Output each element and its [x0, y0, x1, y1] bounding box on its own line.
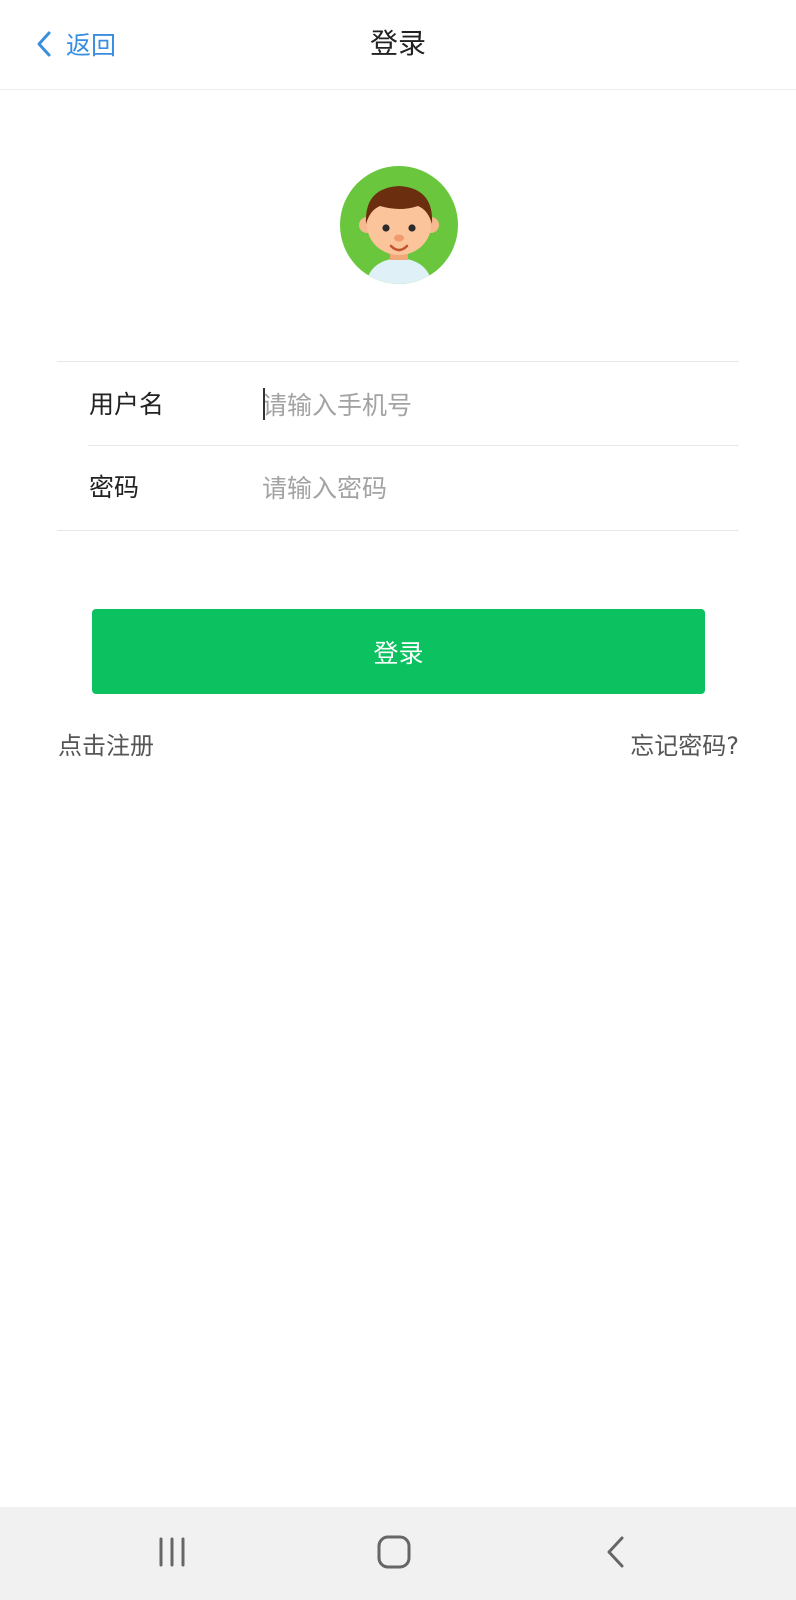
form-divider-middle: [88, 445, 739, 446]
forgot-password-link[interactable]: 忘记密码?: [630, 726, 739, 766]
page-title: 登录: [369, 27, 426, 60]
username-input[interactable]: [262, 383, 732, 427]
back-icon: [602, 1533, 630, 1575]
username-label: 用户名: [89, 390, 165, 419]
password-input[interactable]: [262, 466, 732, 510]
register-link[interactable]: 点击注册: [58, 726, 154, 766]
boy-avatar-icon: [340, 166, 458, 284]
login-button[interactable]: 登录: [92, 609, 705, 694]
form-divider-top: [57, 361, 739, 362]
home-button[interactable]: [364, 1527, 424, 1581]
form-divider-bottom: [57, 530, 739, 531]
system-nav-bar: [0, 1507, 796, 1600]
password-label: 密码: [89, 473, 140, 502]
text-caret: [263, 388, 265, 420]
system-back-button[interactable]: [586, 1527, 646, 1581]
home-icon: [375, 1533, 413, 1575]
app-header: 返回 登录: [0, 0, 796, 90]
recent-apps-icon: [154, 1535, 190, 1573]
login-page: 返回 登录 用户名 请输入手机号 密码 登录 点击注册 忘记密码?: [0, 0, 796, 1600]
recent-apps-button[interactable]: [142, 1527, 202, 1581]
